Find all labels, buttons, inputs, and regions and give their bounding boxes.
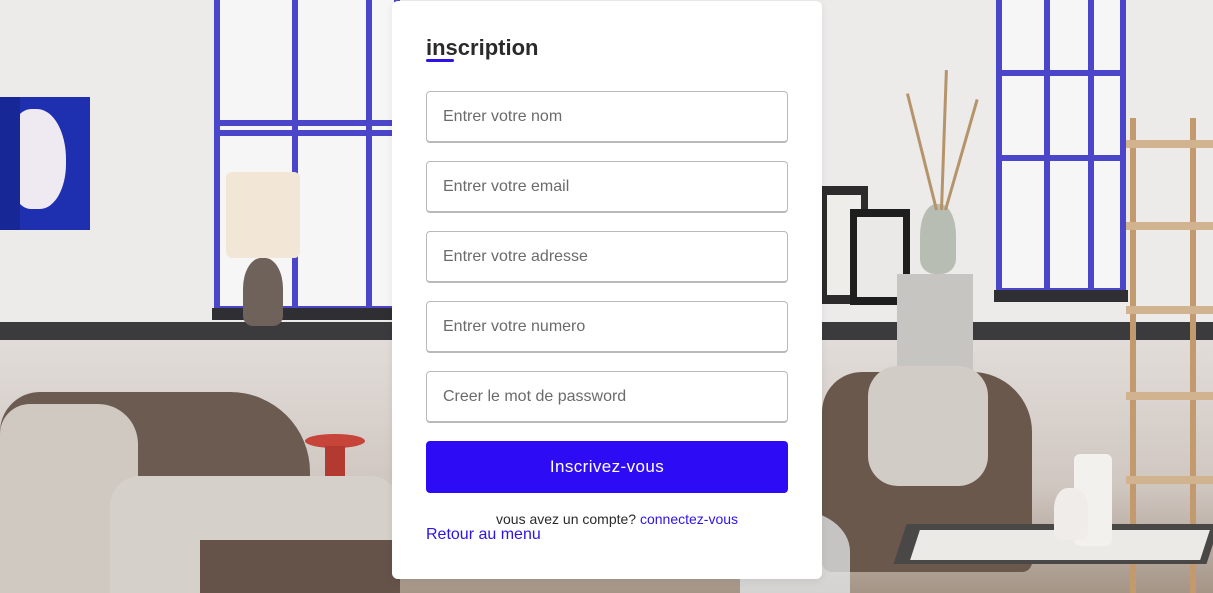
wall-art bbox=[0, 97, 90, 230]
password-input[interactable] bbox=[426, 371, 788, 423]
sofa-left-base bbox=[200, 540, 400, 593]
signup-card: inscription Inscrivez-vous vous avez un … bbox=[392, 1, 822, 579]
login-link[interactable]: connectez-vous bbox=[640, 511, 738, 527]
vase bbox=[920, 204, 956, 274]
shelf-board bbox=[1126, 222, 1213, 230]
page-title: inscription bbox=[426, 35, 539, 60]
side-table-leg bbox=[325, 446, 345, 476]
signup-button[interactable]: Inscrivez-vous bbox=[426, 441, 788, 493]
shelf-board bbox=[1126, 140, 1213, 148]
shelf-board bbox=[1126, 476, 1213, 484]
sofa-right-cushion bbox=[868, 366, 988, 486]
phone-input[interactable] bbox=[426, 301, 788, 353]
shelf-board bbox=[1126, 392, 1213, 400]
pedestal bbox=[897, 274, 973, 370]
name-input[interactable] bbox=[426, 91, 788, 143]
lamp-shade bbox=[226, 172, 300, 258]
email-input[interactable] bbox=[426, 161, 788, 213]
window-left bbox=[212, 0, 402, 320]
title-underline bbox=[426, 59, 454, 62]
dog-figurine bbox=[1054, 488, 1088, 540]
have-account-text: vous avez un compte? bbox=[496, 511, 637, 527]
shelf-board bbox=[1126, 306, 1213, 314]
have-account-line: vous avez un compte? connectez-vous bbox=[496, 511, 738, 527]
page-background: inscription Inscrivez-vous vous avez un … bbox=[0, 0, 1213, 593]
address-input[interactable] bbox=[426, 231, 788, 283]
shelf-post bbox=[1130, 118, 1136, 593]
window-right bbox=[994, 0, 1128, 302]
lamp-base bbox=[243, 258, 283, 326]
shelf-post bbox=[1190, 118, 1196, 593]
back-to-menu-link[interactable]: Retour au menu bbox=[426, 526, 541, 544]
